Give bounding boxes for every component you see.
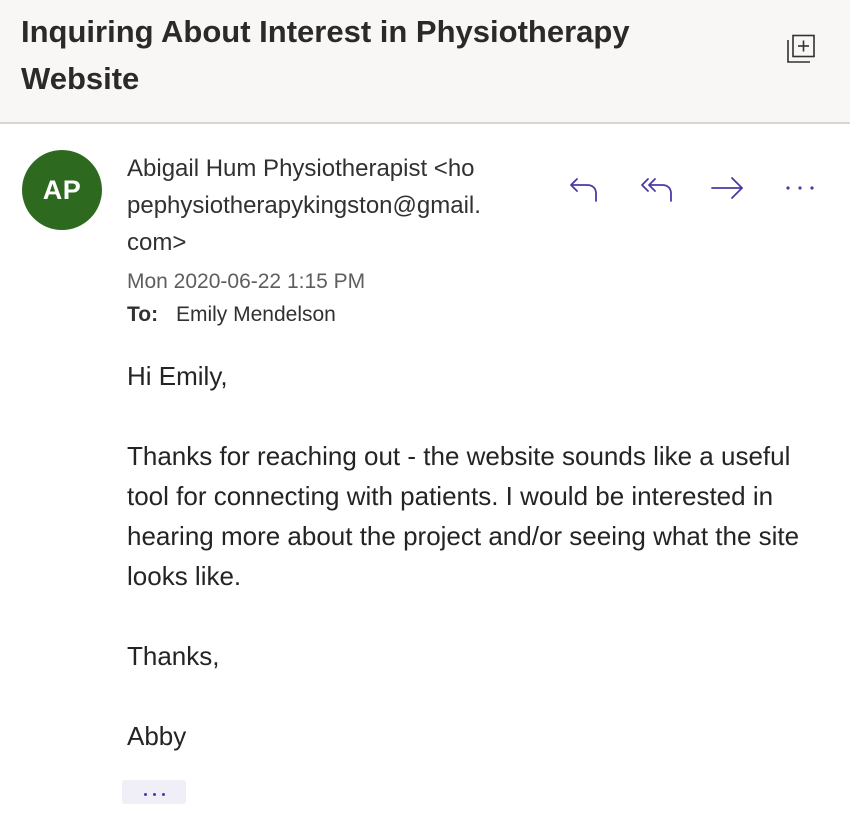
open-in-new-window-icon[interactable] xyxy=(786,34,816,64)
body-paragraph: Thanks for reaching out - the website so… xyxy=(127,441,800,591)
recipient-line: To: Emily Mendelson xyxy=(127,300,336,330)
show-trimmed-content-icon xyxy=(141,783,168,801)
signature: Abby xyxy=(127,721,187,751)
more-actions-icon[interactable] xyxy=(783,170,819,206)
message-body: Hi Emily, Thanks for reaching out - the … xyxy=(127,356,817,756)
sent-date: Mon 2020-06-22 1:15 PM xyxy=(127,270,366,293)
message-actions xyxy=(0,170,850,210)
forward-icon[interactable] xyxy=(710,170,746,206)
closing: Thanks, xyxy=(127,641,220,671)
greeting: Hi Emily, xyxy=(127,361,228,391)
reply-all-icon[interactable] xyxy=(639,170,675,206)
email-subject: Inquiring About Interest in Physiotherap… xyxy=(21,14,630,96)
recipient-name[interactable]: Emily Mendelson xyxy=(176,303,336,326)
to-label: To: xyxy=(127,303,159,326)
reply-icon[interactable] xyxy=(567,170,603,206)
email-header: Inquiring About Interest in Physiotherap… xyxy=(0,0,850,124)
show-trimmed-content-button[interactable] xyxy=(122,780,186,804)
